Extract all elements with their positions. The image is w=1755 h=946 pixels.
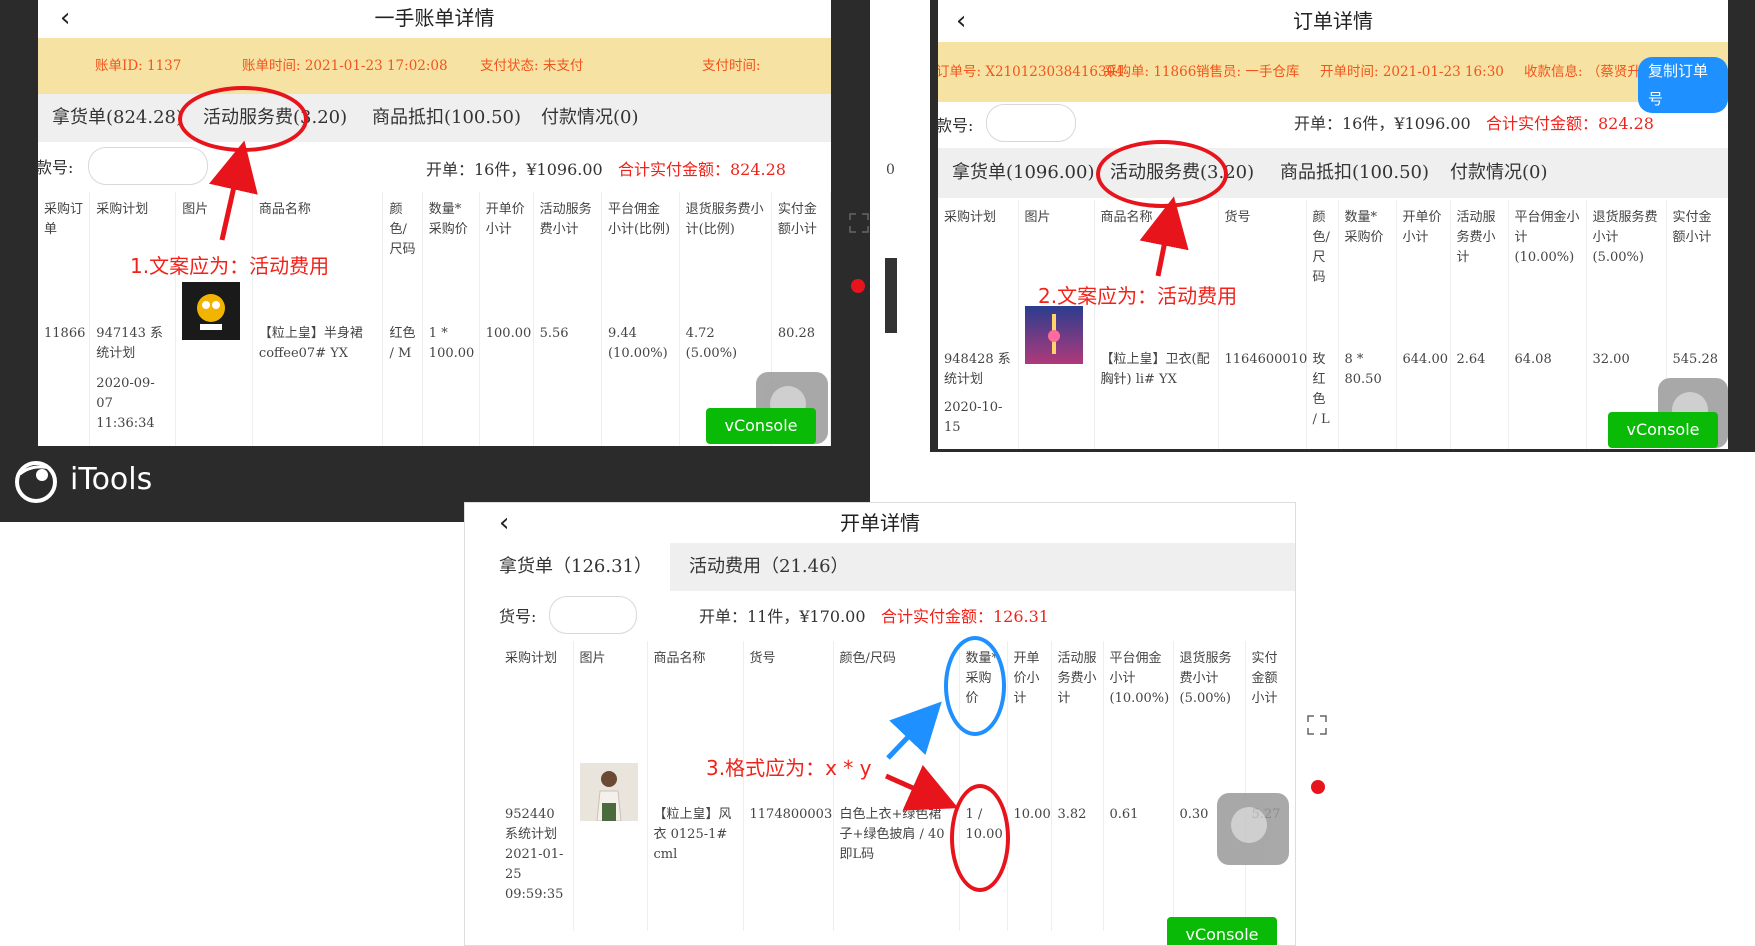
arrow-3-blue [886,701,942,760]
annotation-arrows [209,140,1189,811]
arrow-2 [1139,196,1189,277]
arrow-3-red [884,764,959,811]
arrow-1 [209,140,258,241]
